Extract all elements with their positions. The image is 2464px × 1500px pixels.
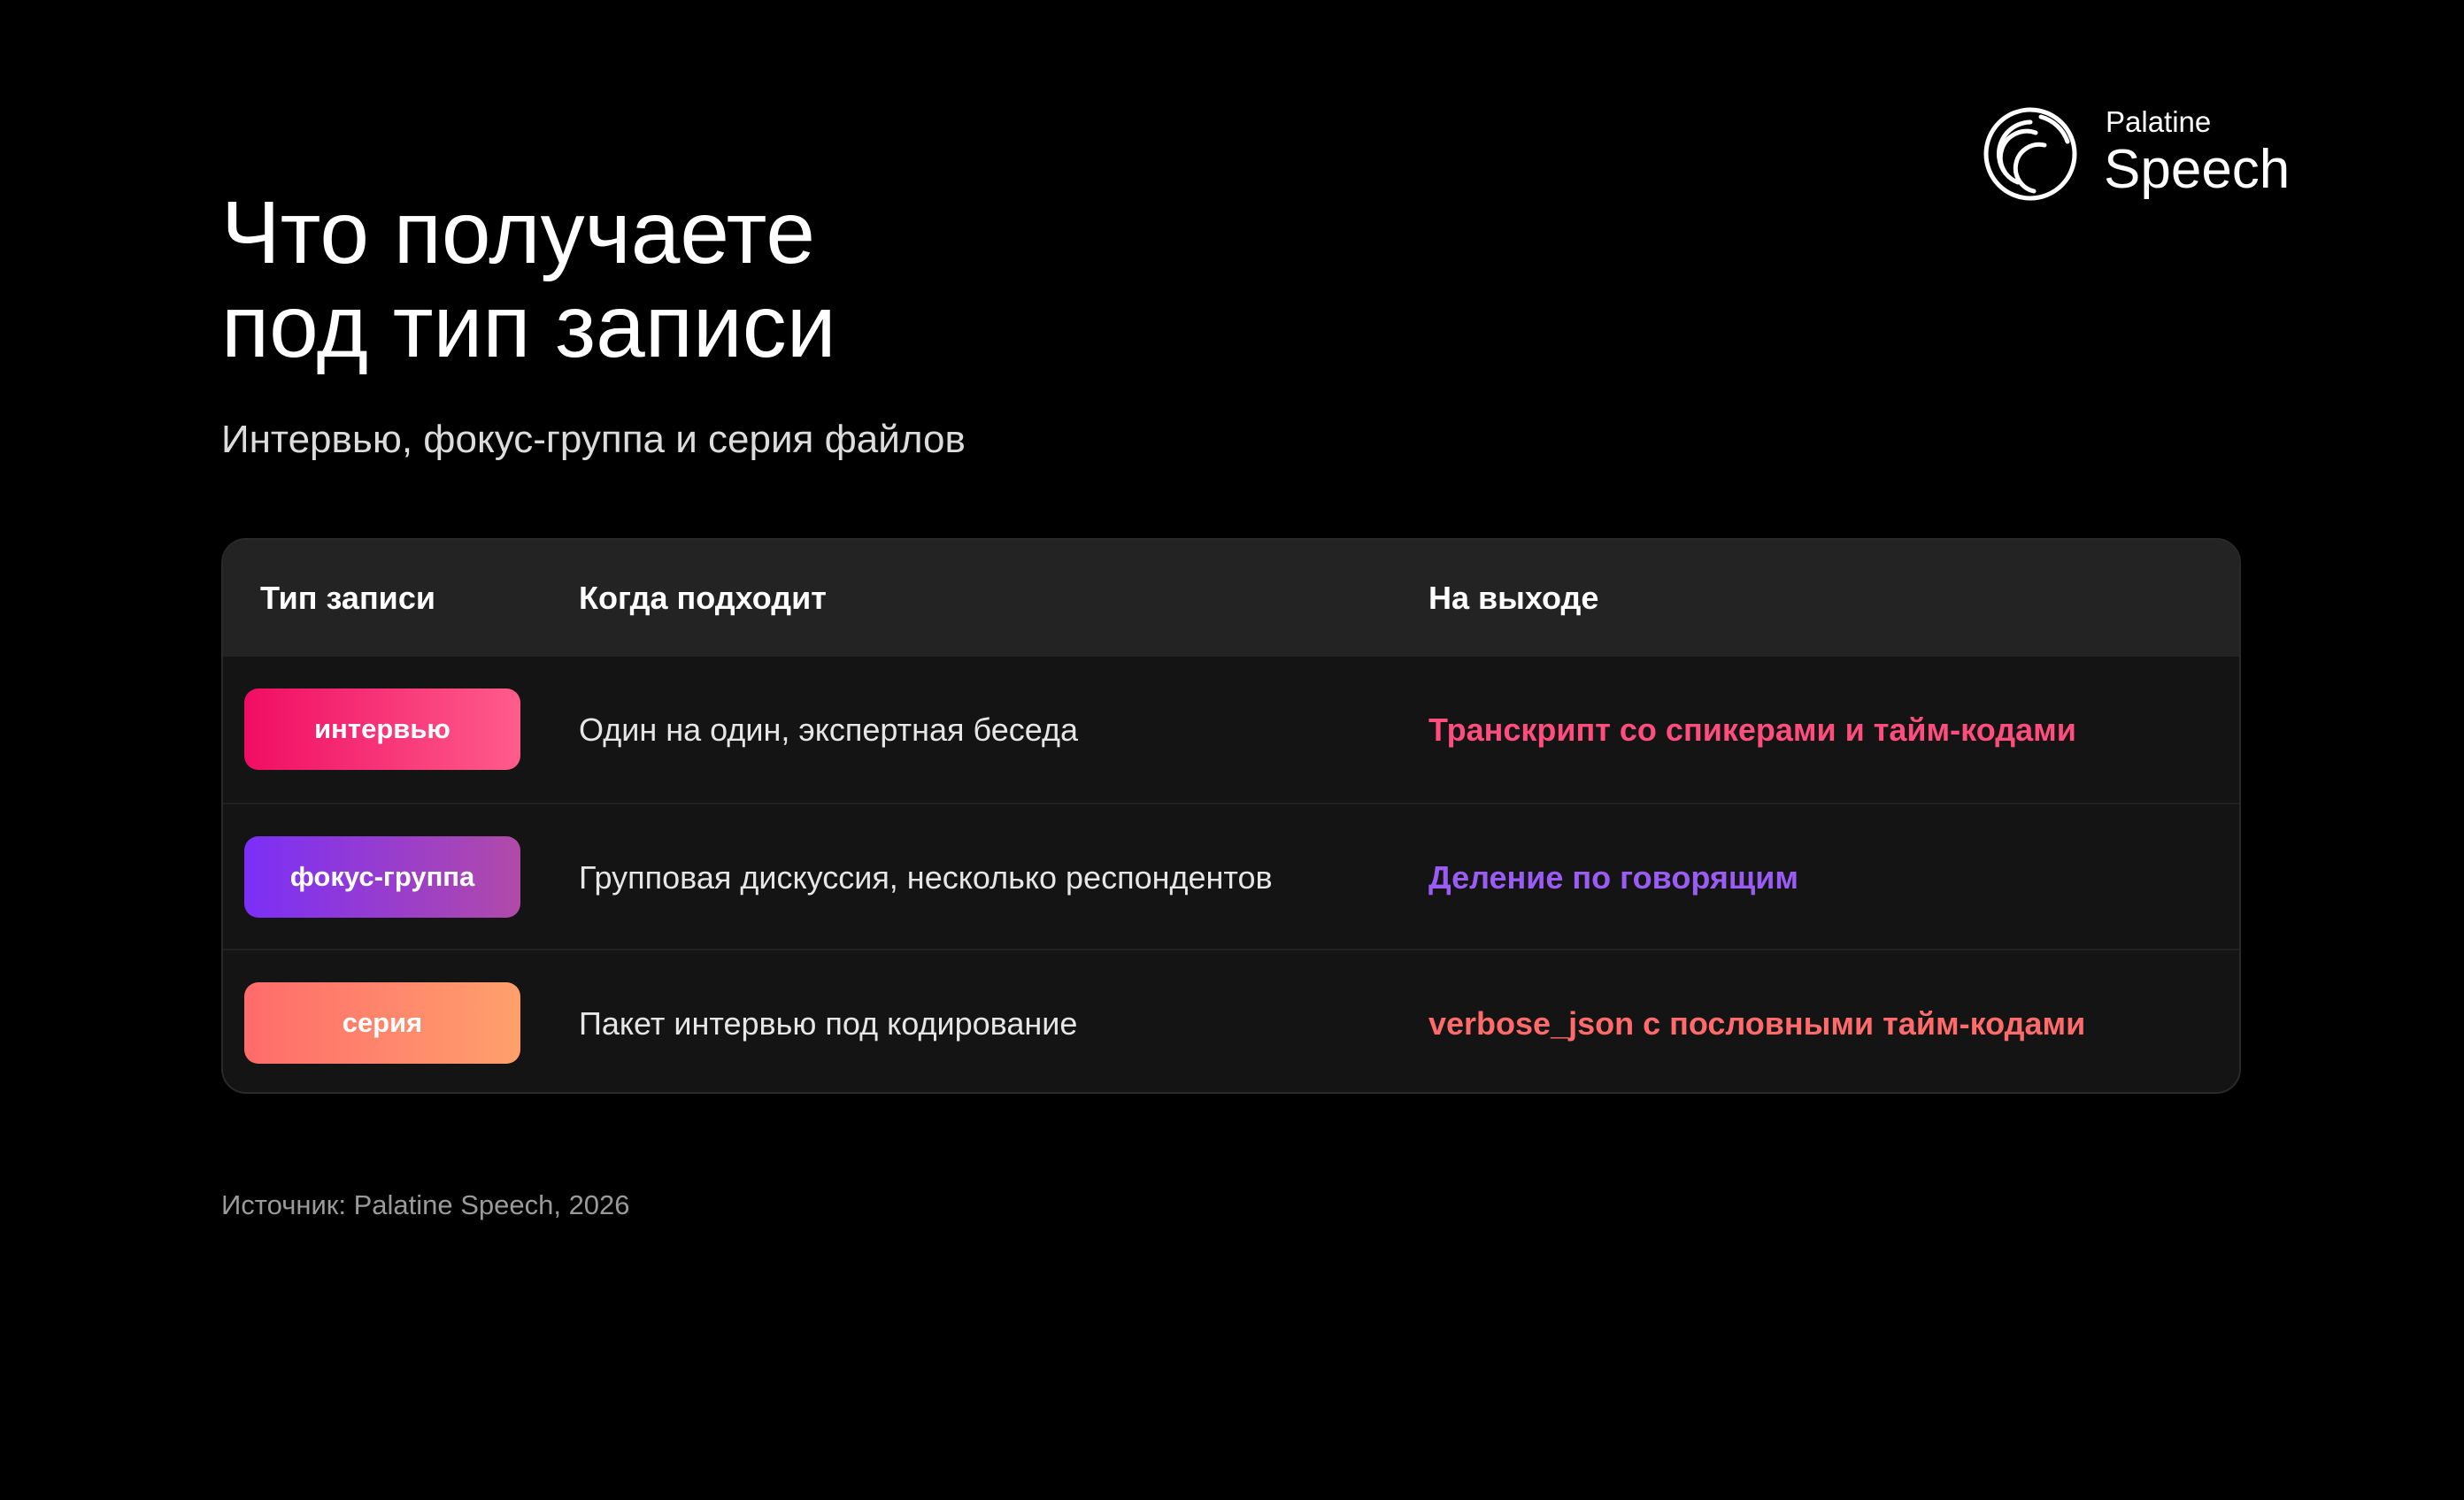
record-type-badge: серия	[244, 982, 520, 1064]
page-title: Что получаете под тип записи	[221, 186, 836, 373]
output-cell: verbose_json с пословными тайм-кодами	[1428, 1005, 2086, 1042]
column-header-output: На выходе	[1428, 580, 1599, 616]
brand-name-big: Speech	[2104, 139, 2291, 200]
source-note: Источник: Palatine Speech, 2026	[221, 1189, 630, 1220]
column-header-type: Тип записи	[260, 580, 435, 616]
when-cell: Пакет интервью под кодирование	[579, 1005, 1078, 1042]
record-type-table: Тип записи Когда подходит На выходе инте…	[221, 538, 2241, 1094]
column-header-when: Когда подходит	[579, 580, 827, 616]
palatine-speech-logo-icon	[1983, 107, 2077, 201]
brand-logo: Palatine Speech	[1983, 104, 2301, 204]
record-type-badge: фокус-группа	[244, 836, 520, 918]
brand-name-small: Palatine	[2106, 105, 2212, 138]
when-cell: Групповая дискуссия, несколько респонден…	[579, 859, 1273, 896]
record-type-badge: интервью	[244, 688, 520, 770]
table-header: Тип записи Когда подходит На выходе	[223, 540, 2239, 657]
page-title-line-2: под тип записи	[221, 277, 836, 376]
when-cell: Один на один, экспертная беседа	[579, 712, 1078, 748]
table-row: серия Пакет интервью под кодирование ver…	[223, 949, 2239, 1092]
page-title-line-1: Что получаете	[221, 183, 815, 282]
page-subtitle: Интервью, фокус-группа и серия файлов	[221, 418, 966, 461]
table-row: фокус-группа Групповая дискуссия, нескол…	[223, 803, 2239, 949]
output-cell: Деление по говорящим	[1428, 859, 1798, 896]
table-row: интервью Один на один, экспертная беседа…	[223, 657, 2239, 803]
output-cell: Транскрипт со спикерами и тайм-кодами	[1428, 712, 2076, 748]
